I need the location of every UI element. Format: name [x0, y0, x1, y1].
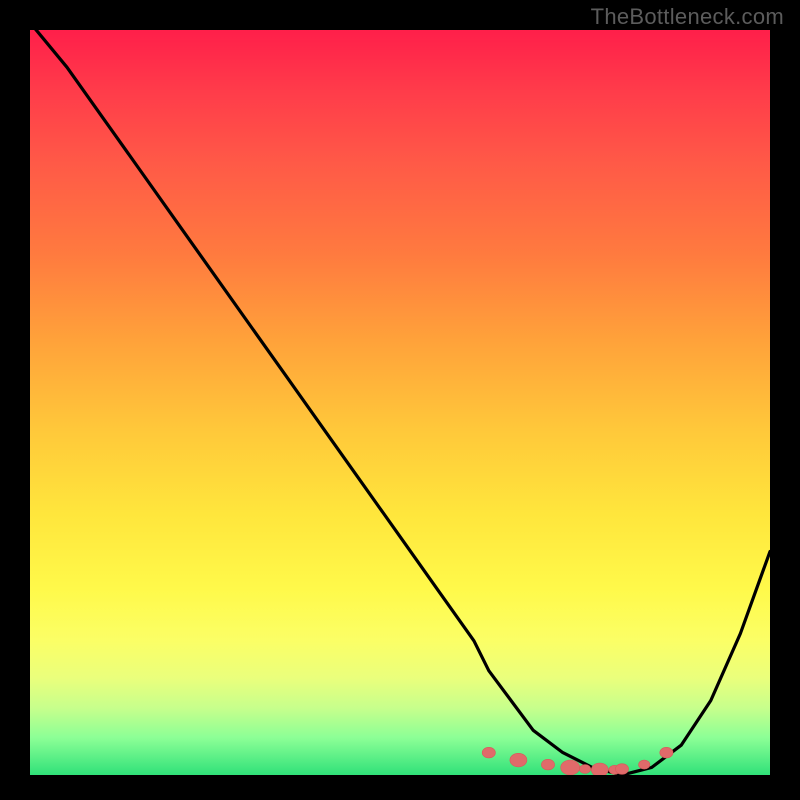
optimal-marker — [591, 763, 608, 775]
optimal-marker — [482, 747, 495, 758]
optimal-range-markers — [482, 747, 673, 775]
plot-area — [30, 30, 770, 775]
watermark-text: TheBottleneck.com — [591, 4, 784, 30]
optimal-marker — [609, 765, 620, 774]
optimal-marker — [639, 760, 650, 769]
optimal-marker — [579, 765, 590, 774]
chart-svg — [30, 30, 770, 775]
optimal-marker — [660, 747, 673, 758]
optimal-marker — [541, 759, 554, 770]
bottleneck-curve — [30, 30, 770, 775]
chart-frame: TheBottleneck.com — [0, 0, 800, 800]
optimal-marker — [561, 760, 580, 775]
optimal-marker — [615, 764, 628, 775]
optimal-marker — [510, 753, 527, 767]
